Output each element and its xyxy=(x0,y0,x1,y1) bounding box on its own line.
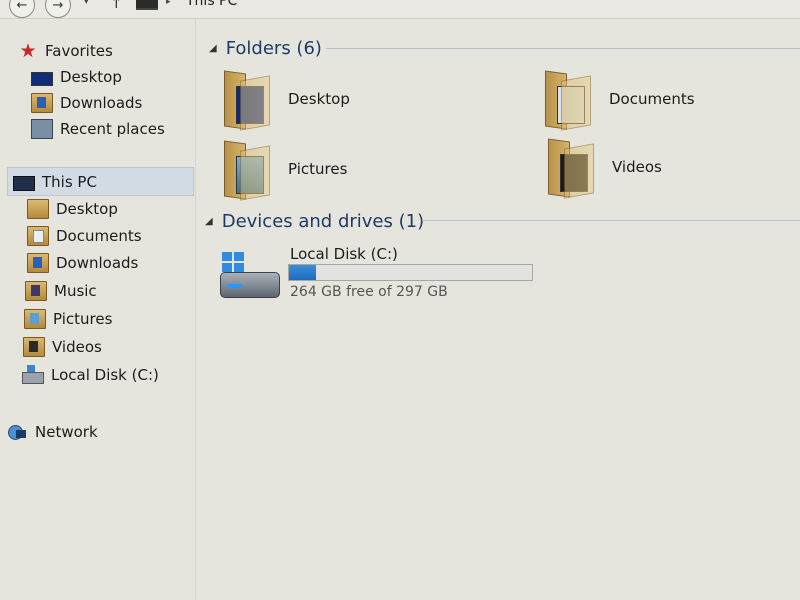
back-arrow-icon: ← xyxy=(16,0,28,13)
folders-group-title: Folders (6) xyxy=(225,38,322,59)
sidebar-item-label: Network xyxy=(35,423,98,441)
sidebar-item-this-pc[interactable]: This PC xyxy=(13,171,97,193)
pictures-folder-icon xyxy=(224,140,270,201)
collapse-triangle-icon: ◢ xyxy=(209,43,217,54)
folders-group-header[interactable]: ◢ Folders (6) xyxy=(209,38,322,59)
address-separator-icon[interactable]: ▸ xyxy=(166,0,171,7)
sidebar-item-videos[interactable]: Videos xyxy=(23,336,102,358)
music-folder-icon xyxy=(25,281,47,301)
network-icon xyxy=(6,423,28,441)
downloads-folder-icon xyxy=(31,93,53,113)
devices-group-title: Devices and drives (1) xyxy=(221,211,425,232)
sidebar-item-label: Local Disk (C:) xyxy=(51,366,159,384)
collapse-triangle-icon: ◢ xyxy=(205,216,213,227)
folder-tile-label: Desktop xyxy=(288,90,350,108)
sidebar-item-label: Pictures xyxy=(53,310,113,328)
sidebar-item-network[interactable]: Network xyxy=(6,421,98,443)
folder-tile-desktop[interactable]: Desktop xyxy=(224,70,350,131)
sidebar-item-label: Desktop xyxy=(60,68,122,86)
folder-tile-label: Pictures xyxy=(288,160,348,178)
documents-folder-icon xyxy=(27,226,49,246)
sidebar-item-music[interactable]: Music xyxy=(25,280,97,302)
computer-icon xyxy=(13,175,35,191)
windows-logo-icon xyxy=(222,252,244,272)
forward-button[interactable]: → xyxy=(45,0,71,18)
drive-name[interactable]: Local Disk (C:) xyxy=(290,245,398,263)
sidebar-item-documents[interactable]: Documents xyxy=(27,225,142,247)
drive-usage-fill xyxy=(289,265,316,280)
sidebar-item-label: Recent places xyxy=(60,120,165,138)
sidebar-item-label: Music xyxy=(54,282,97,300)
folder-tile-label: Documents xyxy=(609,90,695,108)
sidebar-item-local-disk[interactable]: Local Disk (C:) xyxy=(22,364,159,386)
star-icon: ★ xyxy=(19,40,37,62)
sidebar-item-label: Favorites xyxy=(45,42,113,60)
folder-tile-documents[interactable]: Documents xyxy=(545,70,695,131)
sidebar-item-favorites-downloads[interactable]: Downloads xyxy=(31,92,142,114)
back-button[interactable]: ← xyxy=(9,0,35,18)
folder-tile-pictures[interactable]: Pictures xyxy=(224,140,348,201)
videos-folder-icon xyxy=(548,138,594,199)
sidebar-item-recent-places[interactable]: Recent places xyxy=(31,118,165,140)
sidebar-item-desktop[interactable]: Desktop xyxy=(27,198,118,220)
local-disk-icon xyxy=(22,365,44,384)
desktop-folder-icon xyxy=(27,199,49,219)
sidebar-item-label: Videos xyxy=(52,338,102,356)
desktop-icon xyxy=(31,71,53,86)
sidebar-item-label: This PC xyxy=(42,173,97,191)
sidebar-item-label: Downloads xyxy=(60,94,143,112)
navigation-bar: ← → ▾ ↑ ▸ This PC xyxy=(0,0,800,19)
sidebar-item-favorites[interactable]: ★ Favorites xyxy=(18,40,113,62)
documents-folder-icon xyxy=(545,70,591,131)
folder-tile-label: Videos xyxy=(612,158,662,176)
downloads-folder-icon xyxy=(27,253,49,273)
this-pc-address-icon xyxy=(136,0,158,10)
drive-usage-bar xyxy=(288,264,533,281)
group-divider xyxy=(422,220,800,221)
sidebar-item-label: Desktop xyxy=(56,200,118,218)
pictures-folder-icon xyxy=(24,309,46,329)
sidebar-item-label: Documents xyxy=(56,227,142,245)
recent-places-icon xyxy=(31,119,53,139)
devices-group-header[interactable]: ◢ Devices and drives (1) xyxy=(205,211,424,232)
sidebar-item-pictures[interactable]: Pictures xyxy=(24,308,112,330)
local-disk-icon[interactable] xyxy=(218,250,282,302)
videos-folder-icon xyxy=(23,337,45,357)
recent-locations-chevron-icon[interactable]: ▾ xyxy=(84,0,89,7)
group-divider xyxy=(326,48,800,49)
drive-free-space: 264 GB free of 297 GB xyxy=(290,284,448,300)
address-location[interactable]: This PC xyxy=(186,0,237,9)
sidebar-item-downloads[interactable]: Downloads xyxy=(27,252,138,274)
sidebar-item-favorites-desktop[interactable]: Desktop xyxy=(31,66,122,88)
sidebar-item-label: Downloads xyxy=(56,254,139,272)
up-button[interactable]: ↑ xyxy=(110,0,123,12)
navigation-pane: ★ Favorites Desktop Downloads Recent pla… xyxy=(0,19,196,600)
folder-tile-videos[interactable]: Videos xyxy=(548,138,662,199)
forward-arrow-icon: → xyxy=(52,0,64,13)
desktop-folder-icon xyxy=(224,70,270,131)
